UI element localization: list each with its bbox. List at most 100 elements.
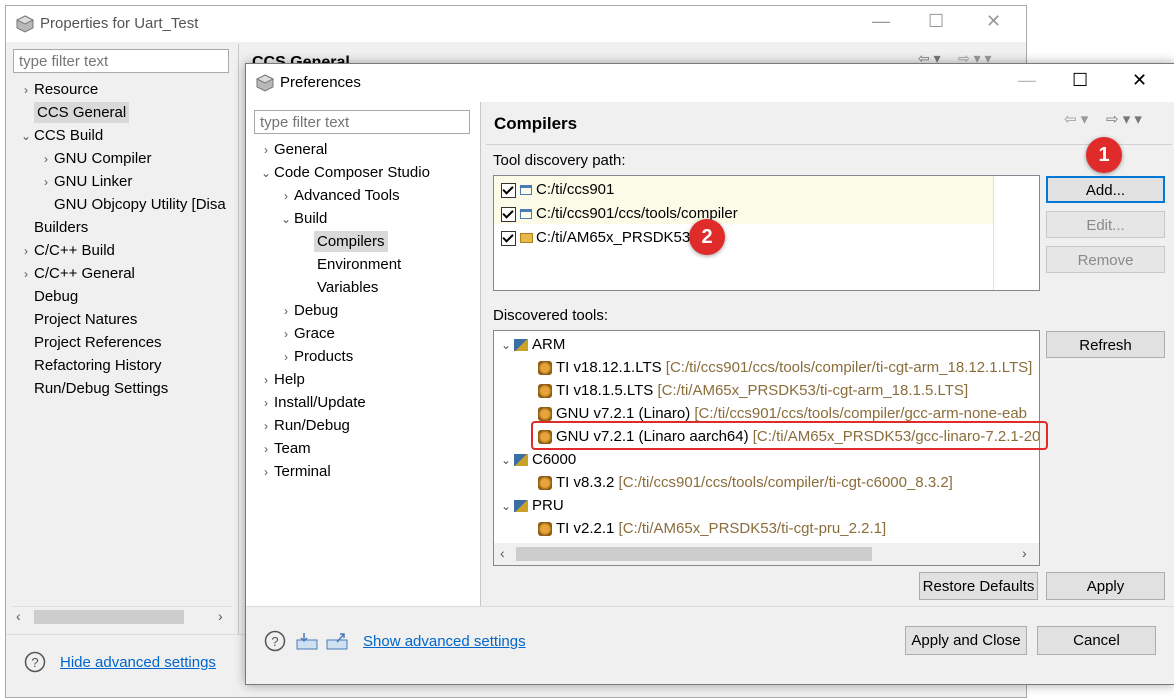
tree-item-cpp-general[interactable]: › C/C++ General — [12, 262, 232, 285]
nav-item-install-update[interactable]: › Install/Update — [258, 391, 478, 414]
chevron-right-icon[interactable]: › — [258, 438, 274, 461]
help-icon[interactable]: ? — [264, 630, 286, 656]
tool-group-pru[interactable]: ⌄ PRU — [498, 494, 564, 517]
tool-row[interactable]: TI v8.3.2 [C:/ti/ccs901/ccs/tools/compil… — [538, 471, 953, 494]
checkbox[interactable] — [501, 230, 516, 246]
nav-item-advanced-tools[interactable]: › Advanced Tools — [258, 184, 478, 207]
discovery-path-row[interactable]: C:/ti/AM65x_PRSDK53 — [501, 226, 690, 249]
tool-group-c6000[interactable]: ⌄ C6000 — [498, 448, 576, 471]
chevron-right-icon[interactable]: › — [258, 139, 274, 162]
tree-label: GNU Objcopy Utility [Disa — [54, 196, 226, 213]
chevron-right-icon[interactable]: › — [258, 461, 274, 484]
nav-item-compilers[interactable]: Compilers — [258, 230, 478, 253]
tree-item-gnu-objcopy[interactable]: GNU Objcopy Utility [Disa — [12, 193, 232, 216]
nav-item-run-debug[interactable]: › Run/Debug — [258, 414, 478, 437]
chevron-right-icon[interactable]: › — [38, 148, 54, 171]
close-icon[interactable]: ✕ — [986, 11, 1001, 32]
nav-item-grace[interactable]: › Grace — [258, 322, 478, 345]
apply-button[interactable]: Apply — [1046, 572, 1165, 600]
nav-item-team[interactable]: › Team — [258, 437, 478, 460]
nav-item-terminal[interactable]: › Terminal — [258, 460, 478, 483]
nav-item-variables[interactable]: Variables — [258, 276, 478, 299]
discovery-path-list[interactable]: C:/ti/ccs901 C:/ti/ccs901/ccs/tools/comp… — [493, 175, 1040, 291]
scroll-right-icon[interactable]: › — [1022, 545, 1027, 561]
tree-item-project-references[interactable]: Project References — [12, 331, 232, 354]
tree-item-project-natures[interactable]: Project Natures — [12, 308, 232, 331]
minimize-icon[interactable]: — — [872, 11, 890, 32]
properties-tree-scrollbar[interactable]: ‹ › — [12, 606, 232, 627]
tools-scrollbar[interactable]: ‹ › — [494, 543, 1039, 565]
nav-item-build[interactable]: ⌄ Build — [258, 207, 478, 230]
restore-defaults-button[interactable]: Restore Defaults — [919, 572, 1038, 600]
tree-item-gnu-linker[interactable]: › GNU Linker — [12, 170, 232, 193]
tree-item-run-debug-settings[interactable]: Run/Debug Settings — [12, 377, 232, 400]
checkbox[interactable] — [501, 182, 516, 198]
scroll-right-icon[interactable]: › — [218, 608, 223, 624]
chevron-right-icon[interactable]: › — [18, 263, 34, 286]
chevron-right-icon[interactable]: › — [18, 79, 34, 102]
nav-item-environment[interactable]: Environment — [258, 253, 478, 276]
tool-row[interactable]: TI v18.1.5.LTS [C:/ti/AM65x_PRSDK53/ti-c… — [538, 379, 968, 402]
maximize-icon[interactable]: ☐ — [928, 11, 944, 32]
chevron-down-icon[interactable]: ⌄ — [498, 449, 514, 472]
edit-button[interactable]: Edit... — [1046, 211, 1165, 238]
hide-advanced-settings-link[interactable]: Hide advanced settings — [60, 654, 216, 671]
chevron-right-icon[interactable]: › — [278, 346, 294, 369]
chevron-down-icon[interactable]: ⌄ — [278, 208, 294, 231]
tree-item-builders[interactable]: Builders — [12, 216, 232, 239]
chevron-right-icon[interactable]: › — [258, 392, 274, 415]
tree-item-refactoring-history[interactable]: Refactoring History — [12, 354, 232, 377]
remove-button[interactable]: Remove — [1046, 246, 1165, 273]
scroll-thumb[interactable] — [34, 610, 184, 624]
chevron-right-icon[interactable]: › — [278, 323, 294, 346]
preferences-filter-input[interactable] — [254, 110, 470, 134]
tool-name: TI v2.2.1 — [556, 520, 615, 537]
maximize-icon[interactable]: ☐ — [1072, 70, 1088, 91]
scroll-thumb[interactable] — [516, 547, 872, 561]
scroll-left-icon[interactable]: ‹ — [500, 545, 505, 561]
checkbox[interactable] — [501, 206, 516, 222]
chevron-right-icon[interactable]: › — [258, 369, 274, 392]
discovery-path-row[interactable]: C:/ti/ccs901 — [501, 178, 614, 201]
minimize-icon[interactable]: — — [1018, 70, 1036, 91]
export-icon[interactable] — [326, 632, 348, 654]
tool-row[interactable]: TI v18.12.1.LTS [C:/ti/ccs901/ccs/tools/… — [538, 356, 1032, 379]
apply-and-close-button[interactable]: Apply and Close — [905, 626, 1027, 655]
chevron-right-icon[interactable]: › — [18, 240, 34, 263]
properties-filter-input[interactable] — [13, 49, 229, 73]
chevron-down-icon[interactable]: ⌄ — [18, 125, 34, 148]
chevron-right-icon[interactable]: › — [278, 185, 294, 208]
add-button[interactable]: Add... — [1046, 176, 1165, 203]
nav-item-help[interactable]: › Help — [258, 368, 478, 391]
nav-item-products[interactable]: › Products — [258, 345, 478, 368]
close-icon[interactable]: ✕ — [1132, 70, 1147, 91]
import-icon[interactable] — [296, 632, 318, 654]
tree-item-ccs-general[interactable]: CCS General — [12, 101, 232, 124]
nav-item-debug[interactable]: › Debug — [258, 299, 478, 322]
tree-label: Team — [274, 440, 311, 457]
refresh-button[interactable]: Refresh — [1046, 331, 1165, 358]
tool-row[interactable]: TI v2.2.1 [C:/ti/AM65x_PRSDK53/ti-cgt-pr… — [538, 517, 886, 540]
nav-item-general[interactable]: › General — [258, 138, 478, 161]
chevron-right-icon[interactable]: › — [278, 300, 294, 323]
tree-item-debug[interactable]: Debug — [12, 285, 232, 308]
chevron-right-icon[interactable]: › — [258, 415, 274, 438]
tree-item-ccs-build[interactable]: ⌄ CCS Build — [12, 124, 232, 147]
chevron-down-icon[interactable]: ⌄ — [258, 162, 274, 185]
tree-label: CCS Build — [34, 127, 104, 144]
tree-item-gnu-compiler[interactable]: › GNU Compiler — [12, 147, 232, 170]
back-icon[interactable]: ⇦ ▾ — [1064, 110, 1088, 128]
forward-icon[interactable]: ⇨ ▾ ▾ — [1106, 110, 1142, 128]
preferences-dialog: Preferences — ☐ ✕ ›General ⌄Code Compose… — [245, 63, 1174, 685]
cancel-button[interactable]: Cancel — [1037, 626, 1156, 655]
help-icon[interactable]: ? — [24, 651, 46, 677]
scroll-left-icon[interactable]: ‹ — [16, 608, 21, 624]
tree-item-resource[interactable]: › Resource — [12, 78, 232, 101]
show-advanced-settings-link[interactable]: Show advanced settings — [363, 633, 526, 650]
tool-group-arm[interactable]: ⌄ ARM — [498, 333, 565, 356]
tree-item-cpp-build[interactable]: › C/C++ Build — [12, 239, 232, 262]
chevron-down-icon[interactable]: ⌄ — [498, 495, 514, 518]
chevron-right-icon[interactable]: › — [38, 171, 54, 194]
chevron-down-icon[interactable]: ⌄ — [498, 334, 514, 357]
nav-item-code-composer-studio[interactable]: ⌄ Code Composer Studio — [258, 161, 478, 184]
